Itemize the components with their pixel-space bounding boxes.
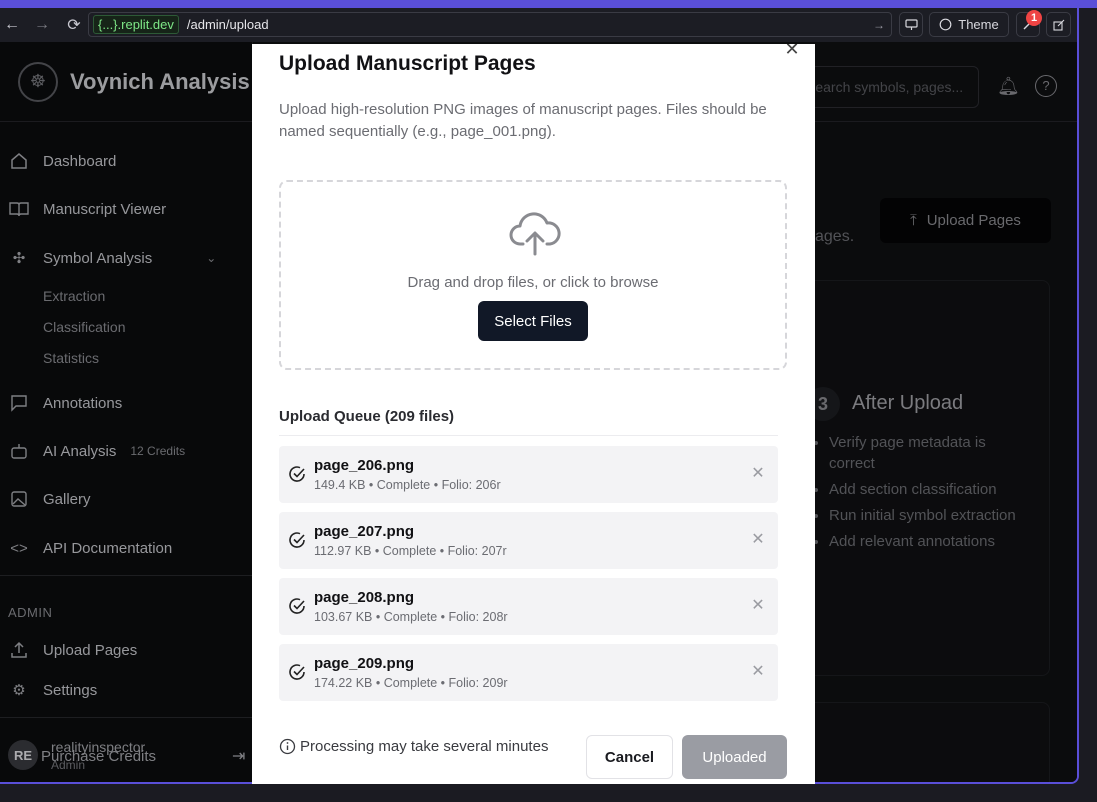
file-dropzone[interactable]: Drag and drop files, or click to browse …: [279, 180, 787, 370]
url-go-icon[interactable]: →: [873, 18, 885, 32]
monitor-icon: [904, 18, 918, 30]
list-item: page_209.png 174.22 KB • Complete • Foli…: [279, 644, 778, 701]
forward-arrow-icon[interactable]: →: [30, 16, 54, 34]
browser-top-strip: [0, 0, 1097, 8]
file-meta: 103.67 KB • Complete • Folio: 208r: [314, 610, 508, 624]
theme-button[interactable]: Theme: [929, 12, 1009, 37]
processing-note-text: Processing may take several minutes: [300, 738, 549, 755]
url-field[interactable]: {...}.replit.dev /admin/upload →: [88, 12, 892, 37]
dialog-description: Upload high-resolution PNG images of man…: [279, 101, 767, 140]
list-item: page_208.png 103.67 KB • Complete • Foli…: [279, 578, 778, 635]
remove-file-icon[interactable]: ✕: [747, 661, 769, 683]
dropzone-text: Drag and drop files, or click to browse: [407, 274, 659, 291]
file-meta: 174.22 KB • Complete • Folio: 209r: [314, 676, 508, 690]
notification-badge: 1: [1026, 10, 1042, 26]
file-name: page_208.png: [314, 589, 415, 606]
back-arrow-icon[interactable]: ←: [0, 16, 24, 34]
dialog-title: Upload Manuscript Pages: [279, 52, 536, 75]
list-item: page_206.png 149.4 KB • Complete • Folio…: [279, 446, 778, 503]
file-name: page_209.png: [314, 655, 415, 672]
remove-file-icon[interactable]: ✕: [747, 595, 769, 617]
remove-file-icon[interactable]: ✕: [747, 463, 769, 485]
file-meta: 149.4 KB • Complete • Folio: 206r: [314, 478, 501, 492]
check-circle-icon: [289, 598, 305, 614]
file-name: page_207.png: [314, 523, 415, 540]
processing-note: Processing may take several minutes: [279, 738, 548, 755]
remove-file-icon[interactable]: ✕: [747, 529, 769, 551]
info-icon: [279, 738, 296, 755]
list-item: page_207.png 112.97 KB • Complete • Foli…: [279, 512, 778, 569]
url-domain: {...}.replit.dev: [93, 15, 179, 34]
close-icon[interactable]: ✕: [781, 44, 803, 60]
uploaded-button[interactable]: Uploaded: [682, 735, 787, 779]
cloud-upload-icon: [509, 212, 561, 256]
palette-icon: [939, 18, 952, 31]
file-name: page_206.png: [314, 457, 415, 474]
theme-label: Theme: [958, 17, 999, 32]
open-new-tab-button[interactable]: [1046, 12, 1071, 37]
address-bar-row: ← → ⟳ {...}.replit.dev /admin/upload → T…: [0, 8, 1077, 42]
reload-icon[interactable]: ⟳: [62, 15, 86, 35]
check-circle-icon: [289, 532, 305, 548]
file-meta: 112.97 KB • Complete • Folio: 207r: [314, 544, 507, 558]
devtools-button[interactable]: [899, 12, 923, 37]
upload-queue-title: Upload Queue (209 files): [279, 408, 455, 425]
url-path: /admin/upload: [186, 17, 269, 32]
queue-divider: [279, 435, 778, 436]
cancel-button[interactable]: Cancel: [586, 735, 673, 779]
check-circle-icon: [289, 466, 305, 482]
upload-dialog: ✕ Upload Manuscript Pages Upload high-re…: [252, 44, 815, 784]
select-files-button[interactable]: Select Files: [478, 301, 588, 341]
check-circle-icon: [289, 664, 305, 680]
external-link-icon: [1052, 19, 1064, 31]
